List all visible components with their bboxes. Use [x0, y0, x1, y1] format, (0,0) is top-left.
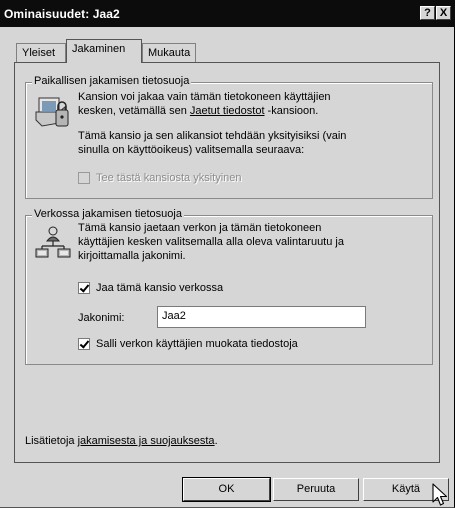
network-description-line1: Tämä kansio jaetaan verkon ja tämän tiet…: [78, 222, 322, 234]
allow-modify-checkbox-label: Salli verkon käyttäjien muokata tiedosto…: [96, 338, 298, 350]
private-checkbox-label: Tee tästä kansiosta yksityinen: [96, 172, 242, 184]
local-sharing-legend: Paikallisen jakamisen tietosuoja: [32, 75, 192, 87]
share-name-label: Jakonimi:: [78, 312, 125, 324]
tab-sharing[interactable]: Jakaminen: [66, 39, 142, 63]
network-sharing-legend: Verkossa jakamisen tietosuoja: [32, 208, 184, 220]
network-description-line2: käyttäjien kesken valitsemalla alla olev…: [78, 236, 344, 248]
help-button[interactable]: ?: [420, 6, 435, 20]
tab-customize[interactable]: Mukauta: [142, 43, 196, 63]
local-sharing-line2b: -kansioon.: [264, 105, 319, 117]
sharing-tab-panel: Paikallisen jakamisen tietosuoja Kansion…: [14, 62, 440, 463]
info-suffix: .: [214, 435, 218, 447]
local-sharing-description: Kansion voi jakaa vain tämän tietokoneen…: [78, 90, 428, 118]
allow-modify-checkbox[interactable]: [78, 338, 90, 350]
close-button[interactable]: X: [436, 6, 451, 20]
share-name-input[interactable]: Jaa2: [157, 306, 366, 328]
window-title: Ominaisuudet: Jaa2: [4, 7, 120, 21]
sharing-security-link[interactable]: jakamisesta ja suojauksesta: [78, 435, 215, 447]
network-share-icon: [35, 226, 71, 258]
private-description: Tämä kansio ja sen alikansiot tehdään yk…: [78, 129, 428, 157]
share-folder-checkbox[interactable]: [78, 282, 90, 294]
local-sharing-line1: Kansion voi jakaa vain tämän tietokoneen…: [78, 91, 331, 103]
share-folder-checkbox-label: Jaa tämä kansio verkossa: [96, 282, 224, 294]
network-description-line3: kirjoittamalla jakonimi.: [78, 250, 186, 262]
local-sharing-line2a: kesken, vetämällä sen: [78, 105, 190, 117]
properties-dialog: Ominaisuudet: Jaa2 ? X Yleiset Jakaminen…: [0, 0, 455, 508]
network-sharing-description: Tämä kansio jaetaan verkon ja tämän tiet…: [78, 221, 430, 263]
private-checkbox[interactable]: [78, 172, 90, 184]
tab-general[interactable]: Yleiset: [16, 43, 66, 63]
shared-files-link[interactable]: Jaetut tiedostot: [190, 105, 265, 117]
ok-button[interactable]: OK: [182, 477, 271, 502]
mouse-cursor-icon: [432, 483, 448, 506]
info-prefix: Lisätietoja: [25, 435, 78, 447]
title-bar[interactable]: Ominaisuudet: Jaa2 ? X: [0, 0, 455, 27]
folder-security-icon: [35, 97, 69, 127]
cancel-button[interactable]: Peruuta: [273, 478, 359, 501]
info-text: Lisätietoja jakamisesta ja suojauksesta.: [25, 434, 218, 448]
local-sharing-group: Paikallisen jakamisen tietosuoja Kansion…: [25, 75, 433, 199]
private-description-line2: sinulla on käyttöoikeus) valitsemalla se…: [78, 144, 305, 156]
private-description-line1: Tämä kansio ja sen alikansiot tehdään yk…: [78, 130, 347, 142]
network-sharing-group: Verkossa jakamisen tietosuoja Tämä kansi…: [25, 208, 433, 365]
